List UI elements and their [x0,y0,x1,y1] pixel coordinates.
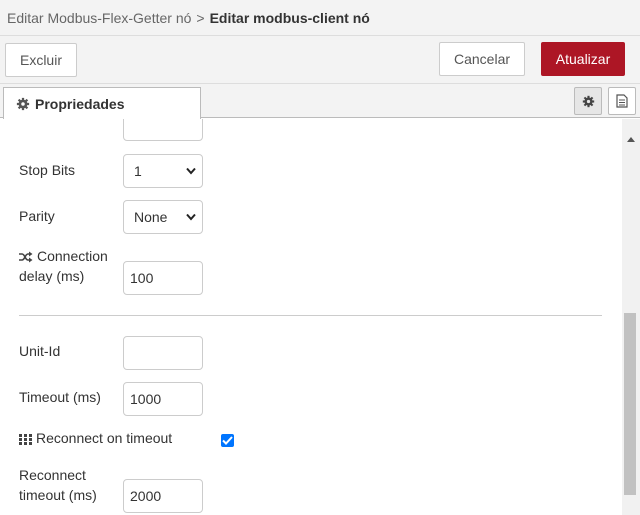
stop-bits-label: Stop Bits [19,162,76,178]
document-icon [616,94,628,108]
connection-delay-input[interactable]: 100 [123,261,203,295]
connection-delay-label-line2: delay (ms) [19,268,85,284]
unit-id-input[interactable] [123,336,203,370]
chevron-down-icon [186,167,196,175]
reconnect-on-timeout-checkbox[interactable] [221,434,234,447]
tab-bar: Propriedades [0,84,640,119]
breadcrumb-current: Editar modbus-client nó [209,10,370,26]
gear-icon [16,97,30,111]
shuffle-icon [19,251,33,263]
tab-properties[interactable]: Propriedades [3,87,201,119]
scrollbar[interactable] [622,119,640,515]
connection-delay-label: Connection delay (ms) [19,246,108,286]
chevron-down-icon [186,213,196,221]
grid-icon [19,434,32,445]
reconnect-timeout-input[interactable]: 2000 [123,479,203,513]
breadcrumb-separator: > [196,10,205,26]
section-divider [19,315,602,316]
scroll-up-arrow-icon[interactable] [627,137,635,142]
parity-label: Parity [19,208,55,224]
update-button[interactable]: Atualizar [541,42,625,76]
delete-button[interactable]: Excluir [5,43,77,77]
data-bits-input[interactable] [123,119,203,141]
timeout-label: Timeout (ms) [19,389,101,405]
reconnect-on-timeout-text: Reconnect on timeout [36,430,173,446]
gear-icon [582,95,594,107]
cancel-button[interactable]: Cancelar [439,42,525,76]
unit-id-label: Unit-Id [19,343,61,359]
checkmark-icon [222,436,233,445]
settings-tab-button[interactable] [574,87,602,115]
tab-properties-label: Propriedades [35,96,125,112]
stop-bits-value: 1 [134,163,142,179]
connection-delay-label-line1: Connection [37,248,108,264]
timeout-input[interactable]: 1000 [123,382,203,416]
scrollbar-thumb[interactable] [624,313,636,495]
properties-form: Stop Bits 1 Parity None Connection delay… [0,119,622,515]
reconnect-timeout-label-line2: timeout (ms) [19,487,97,503]
description-tab-button[interactable] [608,87,636,115]
parity-value: None [134,209,168,225]
tray-toolbar: Excluir Cancelar Atualizar [0,36,640,84]
parity-select[interactable]: None [123,200,203,234]
breadcrumb: Editar Modbus-Flex-Getter nó > Editar modb… [0,0,640,36]
stop-bits-select[interactable]: 1 [123,154,203,188]
breadcrumb-parent[interactable]: Editar Modbus-Flex-Getter nó [7,10,191,26]
reconnect-on-timeout-label: Reconnect on timeout [19,428,172,448]
reconnect-timeout-label: Reconnect timeout (ms) [19,465,97,505]
reconnect-timeout-label-line1: Reconnect [19,467,86,483]
